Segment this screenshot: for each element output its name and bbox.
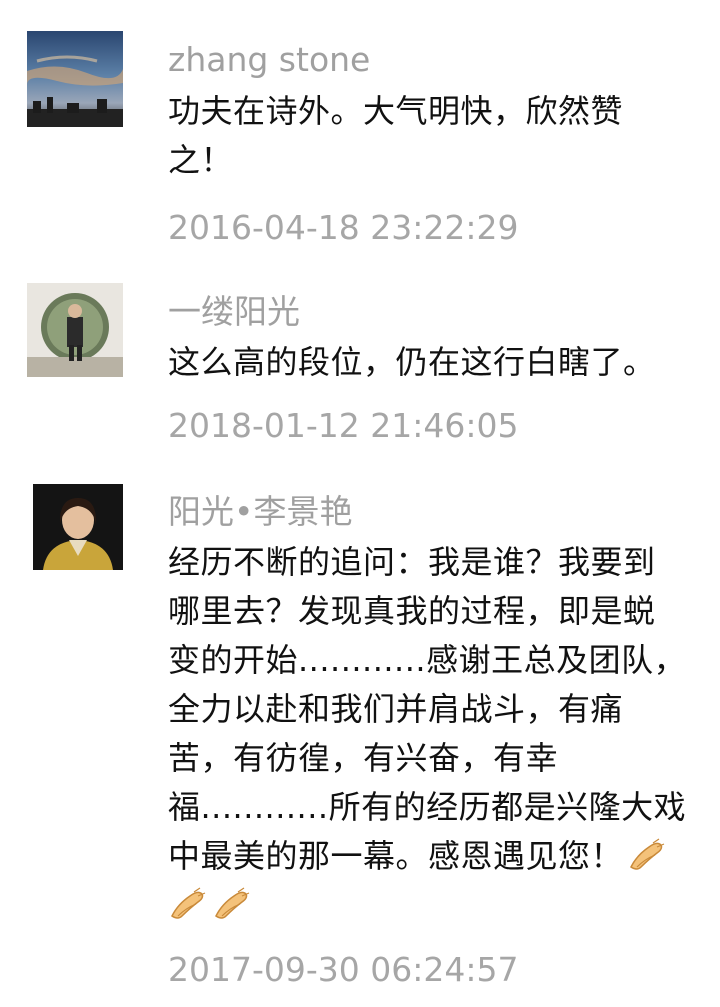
comment-line: 变的开始............感谢王总及团队， bbox=[168, 641, 687, 679]
pray-hands-emoji-icon bbox=[212, 886, 252, 922]
comment-line: 经历不断的追问：我是谁？我要到 bbox=[168, 543, 656, 581]
username[interactable]: 阳光•李景艳 bbox=[168, 492, 352, 532]
timestamp: 2017-09-30 06:24:57 bbox=[168, 950, 519, 989]
comment-text: 经历不断的追问：我是谁？我要到 哪里去？发现真我的过程，即是蜕 变的开始....… bbox=[168, 538, 688, 930]
comment-line: 中最美的那一幕。感恩遇见您！ bbox=[168, 832, 688, 881]
comment-line: 全力以赴和我们并肩战斗，有痛 bbox=[168, 690, 624, 728]
comment-line-text: 中最美的那一幕。感恩遇见您！ bbox=[168, 837, 624, 875]
comment-line: 苦，有彷徨，有兴奋，有幸 bbox=[168, 739, 559, 777]
pray-hands-emoji-icon bbox=[627, 837, 667, 873]
comment-line: 哪里去？发现真我的过程，即是蜕 bbox=[168, 592, 656, 630]
comment-item: 阳光•李景艳 经历不断的追问：我是谁？我要到 哪里去？发现真我的过程，即是蜕 变… bbox=[0, 0, 720, 1007]
pray-hands-emoji-icon bbox=[168, 886, 208, 922]
comment-line bbox=[168, 881, 688, 930]
avatar[interactable] bbox=[33, 484, 123, 570]
portrait-photo-avatar-icon bbox=[33, 484, 123, 570]
comment-line: 福............所有的经历都是兴隆大戏 bbox=[168, 788, 687, 826]
